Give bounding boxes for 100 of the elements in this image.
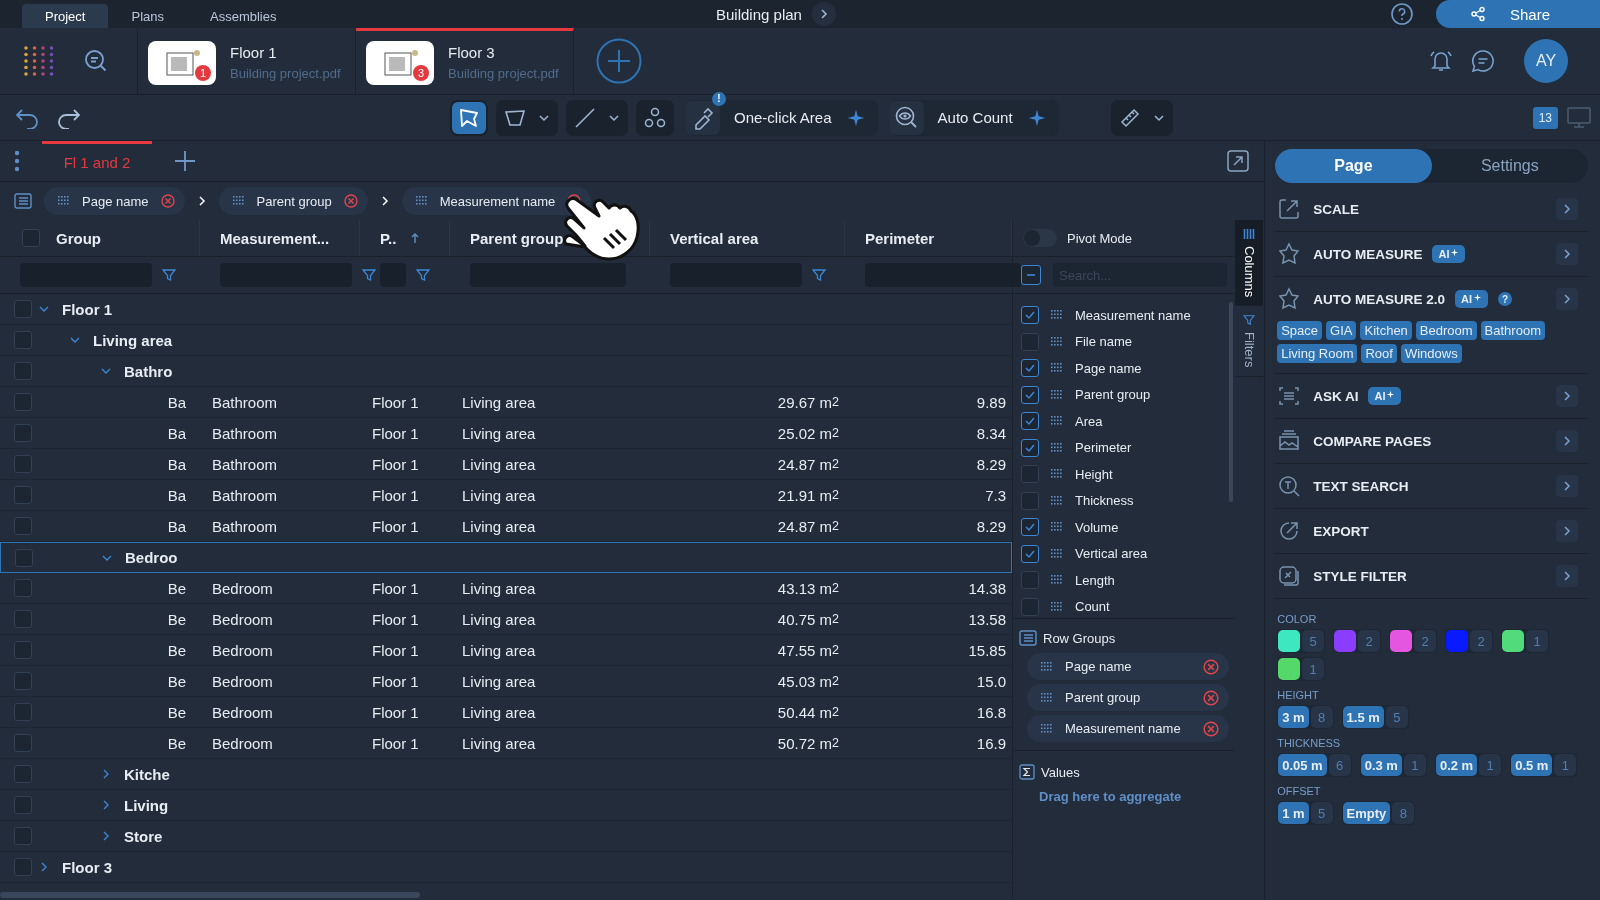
row-group-pill[interactable]: Measurement name	[1027, 715, 1229, 742]
expand-button[interactable]	[1556, 385, 1578, 407]
filter-icon[interactable]	[812, 269, 826, 281]
column-checkbox[interactable]	[1021, 359, 1039, 378]
column-checkbox[interactable]	[1021, 597, 1039, 616]
column-checkbox[interactable]	[1021, 491, 1039, 510]
expand-button[interactable]	[1556, 520, 1578, 542]
table-row[interactable]: Living	[0, 790, 1012, 821]
value-filter-chip[interactable]: 0.3 m 1	[1359, 753, 1427, 777]
page-count-badge[interactable]: 13	[1532, 106, 1558, 129]
sidebar-item[interactable]: AUTO MEASURE AI	[1275, 232, 1588, 276]
drag-handle-icon[interactable]	[1041, 723, 1053, 734]
value-filter-chip[interactable]: 0.2 m 1	[1434, 753, 1503, 777]
drag-handle-icon[interactable]	[58, 196, 70, 206]
help-badge[interactable]: ?	[1498, 292, 1512, 306]
filter-icon[interactable]	[416, 269, 430, 281]
drag-handle-icon[interactable]	[1051, 363, 1063, 374]
tag[interactable]: Bathroom	[1480, 321, 1545, 340]
logo-icon[interactable]	[23, 45, 55, 77]
column-header[interactable]: Perimeter	[865, 229, 935, 247]
tag[interactable]: Kitchen	[1360, 321, 1412, 340]
row-checkbox[interactable]	[14, 703, 32, 721]
sidebar-item[interactable]: ASK AI AI	[1275, 374, 1588, 418]
panel-tab[interactable]: Page	[1275, 149, 1432, 183]
share-button[interactable]: Share	[1436, 0, 1600, 28]
column-header[interactable]: Vertical area	[670, 229, 759, 247]
drag-handle-icon[interactable]	[1051, 389, 1063, 400]
chat-icon[interactable]	[1470, 48, 1496, 74]
table-row[interactable]: Kitche	[0, 759, 1012, 790]
row-checkbox[interactable]	[14, 610, 32, 628]
column-checkbox[interactable]	[1021, 544, 1039, 563]
value-filter-chip[interactable]: 0.5 m 1	[1510, 753, 1578, 777]
row-checkbox[interactable]	[14, 796, 32, 814]
tag[interactable]: Living Room	[1277, 344, 1358, 363]
scrollbar[interactable]	[1229, 302, 1233, 502]
help-icon[interactable]	[1390, 2, 1414, 26]
search-icon[interactable]	[83, 48, 109, 74]
drag-handle-icon[interactable]	[1051, 601, 1063, 612]
side-tab[interactable]: Columns	[1235, 220, 1263, 307]
column-checkbox[interactable]	[1021, 438, 1039, 457]
table-row[interactable]: Store	[0, 821, 1012, 852]
file-tab[interactable]: 1 Floor 1 Building project.pdf	[138, 28, 356, 94]
drag-handle-icon[interactable]	[1051, 548, 1063, 559]
sidebar-item[interactable]: TEXT SEARCH	[1275, 464, 1588, 508]
row-checkbox[interactable]	[14, 579, 32, 597]
sidebar-item[interactable]: SCALE	[1275, 187, 1588, 231]
drag-handle-icon[interactable]	[1051, 416, 1063, 427]
table-row[interactable]: Bathro	[0, 356, 1012, 387]
remove-icon[interactable]	[1203, 658, 1219, 675]
row-checkbox[interactable]	[14, 486, 32, 504]
drag-handle-icon[interactable]	[415, 196, 428, 206]
row-checkbox[interactable]	[14, 424, 32, 442]
expand-button[interactable]	[1556, 430, 1578, 452]
add-icon[interactable]	[596, 38, 642, 84]
table-row[interactable]: Living area	[0, 325, 1012, 356]
file-tab[interactable]: 3 Floor 3 Building project.pdf	[356, 28, 574, 94]
expand-button[interactable]	[1556, 565, 1578, 587]
table-row[interactable]: Bedroo	[0, 542, 1012, 573]
row-checkbox[interactable]	[14, 734, 32, 752]
row-checkbox[interactable]	[14, 362, 32, 380]
column-header[interactable]: Group	[56, 229, 101, 247]
row-checkbox[interactable]	[15, 548, 33, 567]
sidebar-item[interactable]: COMPARE PAGES	[1275, 419, 1588, 463]
select-all-checkbox[interactable]	[1021, 265, 1041, 285]
value-filter-chip[interactable]: Empty 8	[1341, 801, 1416, 825]
auto-count-button[interactable]: Auto Count	[889, 99, 1059, 136]
column-checkbox[interactable]	[1021, 332, 1039, 351]
group-chip[interactable]: Page name	[44, 187, 185, 215]
title-menu-button[interactable]	[811, 2, 836, 26]
drag-handle-icon[interactable]	[1051, 336, 1063, 347]
filter-icon[interactable]	[162, 269, 176, 281]
remove-icon[interactable]	[1203, 689, 1219, 706]
expand-button[interactable]	[1556, 288, 1578, 310]
top-tab[interactable]: Plans	[108, 4, 187, 28]
export-window-icon[interactable]	[1226, 149, 1251, 173]
drag-handle-icon[interactable]	[1051, 310, 1063, 321]
drag-handle-icon[interactable]	[1051, 575, 1063, 586]
select-all-checkbox[interactable]	[22, 229, 40, 247]
filter-field[interactable]	[865, 263, 1021, 287]
filter-icon[interactable]	[362, 269, 376, 281]
row-checkbox[interactable]	[14, 858, 32, 876]
top-tab[interactable]: Project	[22, 4, 109, 28]
tag[interactable]: Roof	[1361, 344, 1397, 363]
undo-icon[interactable]	[14, 106, 40, 129]
user-avatar[interactable]: AY	[1524, 39, 1568, 83]
column-checkbox[interactable]	[1021, 306, 1039, 325]
panel-tab[interactable]: Settings	[1431, 149, 1588, 183]
tag[interactable]: GIA	[1326, 321, 1357, 340]
add-icon[interactable]	[174, 150, 196, 172]
bell-icon[interactable]	[1428, 48, 1454, 74]
column-header[interactable]: Measurement...	[220, 229, 330, 247]
table-row[interactable]: Floor 1	[0, 294, 1012, 325]
remove-icon[interactable]	[343, 194, 358, 208]
value-filter-chip[interactable]: 1 m 5	[1277, 801, 1334, 825]
sidebar-item[interactable]: STYLE FILTER	[1275, 554, 1588, 598]
top-tab[interactable]: Assemblies	[187, 4, 300, 28]
row-checkbox[interactable]	[14, 765, 32, 783]
row-checkbox[interactable]	[14, 517, 32, 535]
tag[interactable]: Bedroom	[1415, 321, 1477, 340]
drag-handle-icon[interactable]	[1051, 522, 1063, 533]
